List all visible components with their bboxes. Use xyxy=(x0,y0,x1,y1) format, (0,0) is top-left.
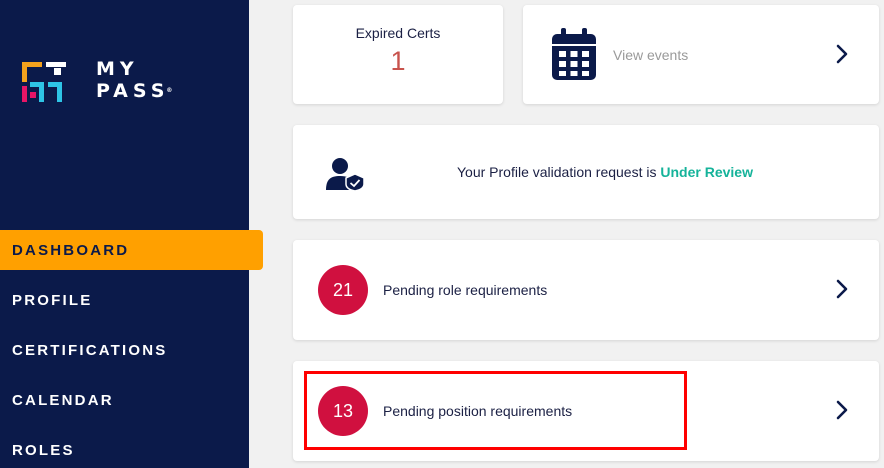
chevron-right-icon xyxy=(836,44,848,64)
sidebar: MY PASS® DASHBOARD PROFILE CERTIFICATION… xyxy=(0,0,263,468)
nav-item-dashboard[interactable]: DASHBOARD xyxy=(0,230,263,270)
view-events-card[interactable]: View events xyxy=(523,5,879,104)
role-requirements-label: Pending role requirements xyxy=(383,282,548,298)
profile-validation-text: Your Profile validation request is xyxy=(457,164,661,180)
profile-validation-card: Your Profile validation request is Under… xyxy=(293,125,879,219)
expired-certs-count: 1 xyxy=(390,46,406,76)
highlight-box xyxy=(304,371,687,450)
chevron-right-icon xyxy=(836,279,848,299)
mypass-logo[interactable]: MY PASS® xyxy=(20,56,172,104)
role-requirements-count-badge: 21 xyxy=(318,265,368,315)
sidebar-nav: DASHBOARD PROFILE CERTIFICATIONS CALENDA… xyxy=(0,230,263,468)
expired-certs-card[interactable]: Expired Certs 1 xyxy=(293,5,503,104)
registered-mark: ® xyxy=(166,87,173,94)
nav-item-profile[interactable]: PROFILE xyxy=(0,280,249,320)
expired-certs-label: Expired Certs xyxy=(355,25,441,41)
chevron-right-icon xyxy=(836,400,848,420)
calendar-icon xyxy=(552,28,596,80)
nav-item-calendar[interactable]: CALENDAR xyxy=(0,380,249,420)
nav-item-roles[interactable]: ROLES xyxy=(0,430,249,468)
mypass-logo-icon xyxy=(22,62,66,102)
logo-line-1: MY xyxy=(96,58,139,80)
logo-line-2: PASS xyxy=(96,80,170,102)
pending-role-requirements-card[interactable]: 21 Pending role requirements xyxy=(293,240,879,340)
logo-text: MY PASS® xyxy=(96,58,172,102)
view-events-label: View events xyxy=(613,47,689,63)
profile-validation-message: Your Profile validation request is Under… xyxy=(293,164,879,180)
validation-status: Under Review xyxy=(660,164,753,180)
nav-item-certifications[interactable]: CERTIFICATIONS xyxy=(0,330,249,370)
